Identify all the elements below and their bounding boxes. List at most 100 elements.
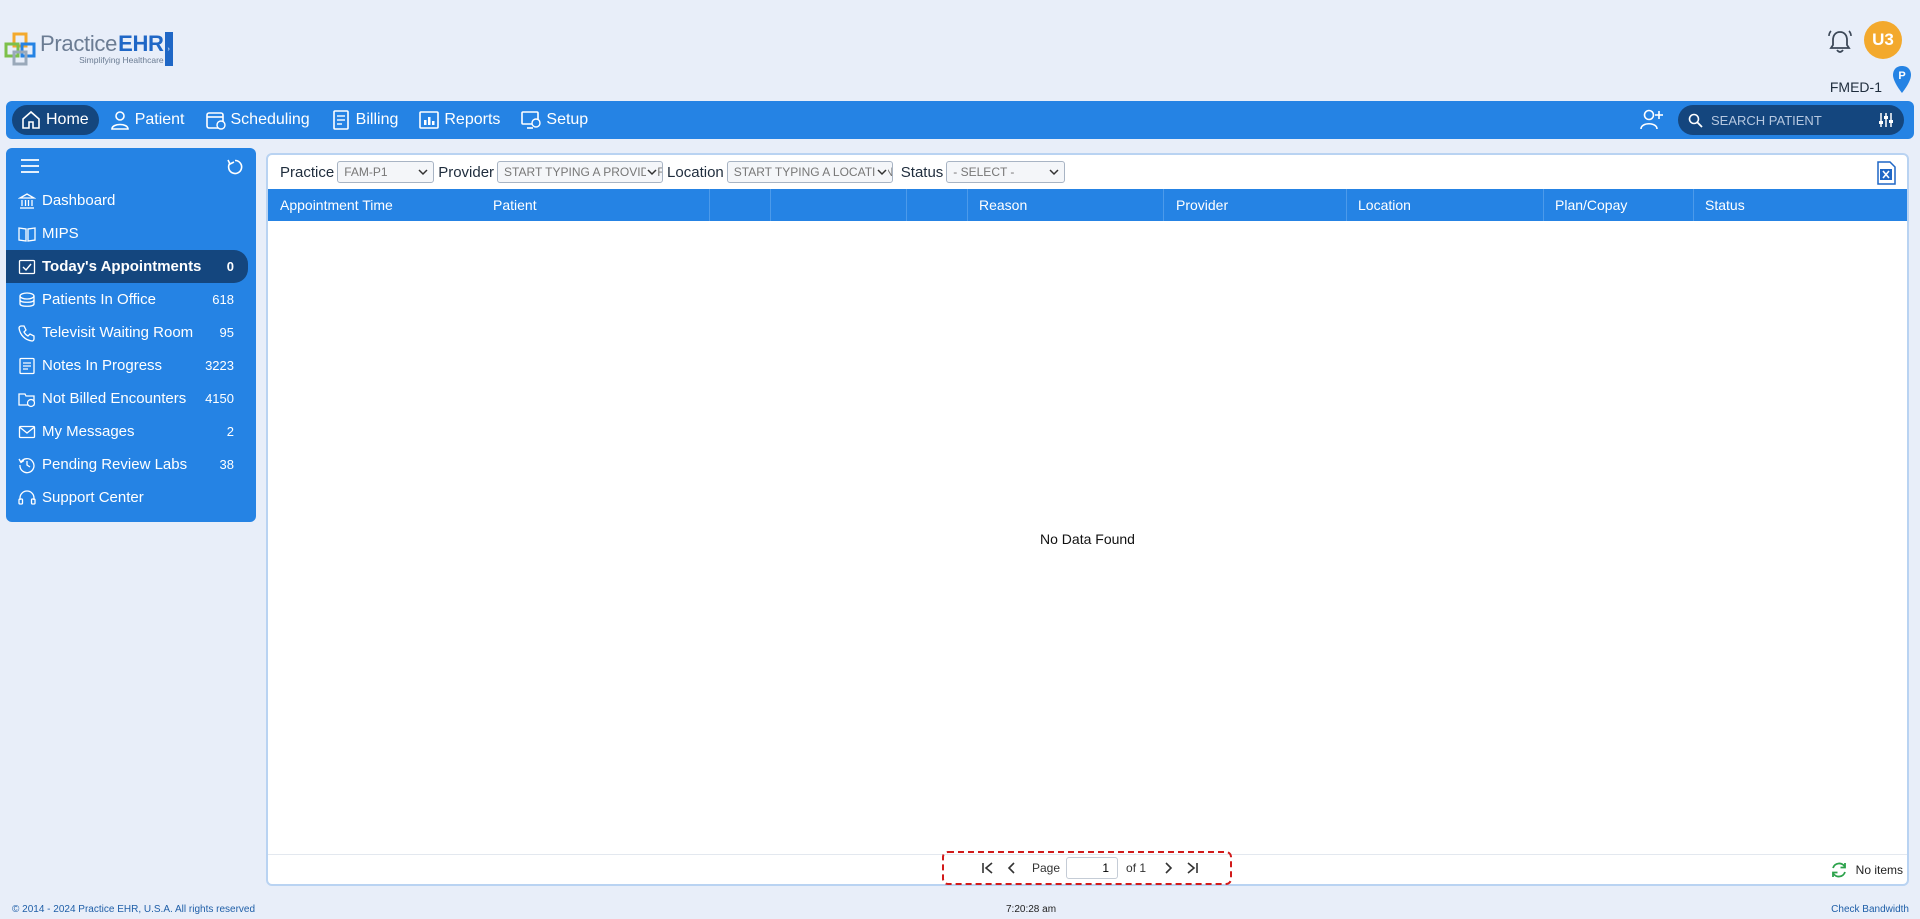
chevron-down-icon	[646, 166, 659, 178]
sidebar-item-not-billed-encounters[interactable]: Not Billed Encounters 4150	[6, 382, 256, 415]
logo-side-bar: ›	[164, 32, 173, 66]
column-reason[interactable]: Reason	[979, 197, 1027, 213]
user-icon	[110, 111, 129, 130]
pin-letter: P	[1898, 70, 1905, 82]
practice-select[interactable]: FAM-P1	[337, 161, 435, 183]
calendar-icon	[205, 112, 226, 130]
column-provider[interactable]: Provider	[1176, 197, 1228, 213]
appointments-panel: Practice FAM-P1 Provider START TYPING A …	[266, 153, 1909, 886]
sidebar-item-label: Support Center	[42, 489, 144, 506]
location-select[interactable]: START TYPING A LOCATION	[726, 161, 893, 183]
main-nav: Home Patient Scheduling Billing Reports …	[6, 101, 1914, 139]
sidebar-item-mips[interactable]: MIPS	[6, 217, 256, 250]
chevron-down-icon	[1048, 166, 1061, 178]
column-plan-copay[interactable]: Plan/Copay	[1555, 197, 1627, 213]
logo-tagline: Simplifying Healthcare	[79, 55, 164, 66]
check-bandwidth-link[interactable]: Check Bandwidth	[1831, 904, 1909, 915]
phone-icon	[18, 324, 35, 342]
nav-reports[interactable]: Reports	[410, 105, 510, 135]
search-patient-input[interactable]	[1711, 112, 1861, 128]
billing-icon	[332, 110, 349, 130]
sidebar-item-count: 95	[219, 325, 234, 340]
location-select-placeholder: START TYPING A LOCATION	[733, 165, 893, 179]
items-count-label: No items	[1855, 863, 1903, 877]
nav-patient-label: Patient	[134, 111, 185, 128]
search-filter-icon[interactable]	[1878, 112, 1894, 128]
history-icon	[18, 457, 35, 473]
server-time: 7:20:28 am	[1006, 904, 1057, 915]
sidebar-item-label: MIPS	[42, 225, 79, 242]
add-user-icon[interactable]	[1638, 107, 1664, 133]
sidebar-item-dashboard[interactable]: Dashboard	[6, 184, 256, 217]
nav-scheduling[interactable]: Scheduling	[197, 105, 320, 135]
sidebar-item-todays-appointments[interactable]: Today's Appointments 0	[6, 250, 248, 283]
sidebar-item-label: Pending Review Labs	[42, 456, 188, 473]
home-icon	[22, 110, 40, 129]
folder-clock-icon	[18, 392, 36, 407]
sidebar-item-label: My Messages	[42, 423, 135, 440]
page-number-input[interactable]	[1066, 857, 1119, 879]
reload-icon[interactable]	[1830, 861, 1848, 879]
nav-reports-label: Reports	[444, 111, 501, 128]
page-count-label: of 1	[1126, 861, 1147, 875]
previous-page-icon[interactable]	[1004, 860, 1020, 876]
nav-billing[interactable]: Billing	[322, 105, 409, 135]
book-icon	[18, 226, 36, 242]
nav-patient[interactable]: Patient	[101, 105, 195, 135]
next-page-icon[interactable]	[1160, 860, 1176, 876]
sidebar-item-patients-in-office[interactable]: Patients In Office 618	[6, 283, 256, 316]
sidebar-item-count: 618	[212, 292, 234, 307]
sidebar-item-pending-review-labs[interactable]: Pending Review Labs 38	[6, 448, 256, 481]
facility-label[interactable]: FMED-1	[1830, 79, 1882, 95]
headset-icon	[18, 489, 36, 505]
setup-icon	[521, 111, 542, 129]
nav-billing-label: Billing	[355, 111, 399, 128]
chevron-down-icon	[417, 166, 430, 178]
sidebar-item-support-center[interactable]: Support Center	[6, 481, 256, 514]
excel-export-icon[interactable]	[1875, 161, 1897, 185]
notes-icon	[19, 357, 35, 374]
sidebar-item-notes-in-progress[interactable]: Notes In Progress 3223	[6, 349, 256, 382]
nav-home[interactable]: Home	[12, 105, 99, 135]
provider-select[interactable]: START TYPING A PROVIDER	[497, 161, 664, 183]
logo-word-practice: Practice	[40, 31, 118, 57]
column-status[interactable]: Status	[1705, 197, 1745, 213]
last-page-icon[interactable]	[1184, 860, 1200, 876]
empty-state-message: No Data Found	[1040, 531, 1135, 547]
logo-cross-icon	[4, 32, 36, 66]
column-location[interactable]: Location	[1358, 197, 1411, 213]
first-page-icon[interactable]	[980, 860, 996, 876]
provider-select-placeholder: START TYPING A PROVIDER	[504, 165, 664, 179]
user-avatar[interactable]: U3	[1864, 21, 1902, 59]
column-patient[interactable]: Patient	[493, 197, 537, 213]
column-appointment-time[interactable]: Appointment Time	[280, 197, 393, 213]
status-label: Status	[900, 163, 944, 181]
logo-word-ehr: EHR	[118, 31, 164, 57]
nav-setup[interactable]: Setup	[512, 105, 598, 135]
sidebar-item-my-messages[interactable]: My Messages 2	[6, 415, 256, 448]
page-label: Page	[1032, 861, 1061, 875]
sidebar-item-count: 3223	[205, 358, 234, 373]
sidebar-item-label: Today's Appointments	[42, 258, 202, 275]
sidebar: Dashboard MIPS Today's Appointments 0 Pa…	[6, 148, 256, 522]
status-select-value: - SELECT -	[953, 165, 1015, 179]
practice-ehr-logo[interactable]: Practice EHR Simplifying Healthcare ›	[4, 30, 173, 68]
filter-bar: Practice FAM-P1 Provider START TYPING A …	[268, 155, 1907, 189]
nav-setup-label: Setup	[546, 111, 589, 128]
practice-label: Practice	[280, 163, 335, 181]
envelope-icon	[18, 425, 36, 438]
table-header: Appointment Time Patient Reason Provider…	[268, 189, 1907, 221]
provider-label: Provider	[438, 163, 495, 181]
refresh-icon[interactable]	[226, 158, 244, 176]
sidebar-item-count: 4150	[205, 391, 234, 406]
notification-bell-icon[interactable]	[1826, 28, 1854, 56]
sidebar-item-label: Not Billed Encounters	[42, 390, 187, 407]
nav-scheduling-label: Scheduling	[230, 111, 310, 128]
status-select[interactable]: - SELECT -	[946, 161, 1066, 183]
sidebar-item-label: Patients In Office	[42, 291, 156, 308]
sidebar-item-televisit-waiting-room[interactable]: Televisit Waiting Room 95	[6, 316, 256, 349]
bank-icon	[18, 192, 36, 209]
hamburger-menu-icon[interactable]	[20, 158, 40, 174]
location-pin-icon[interactable]: P	[1891, 65, 1913, 95]
office-icon	[19, 291, 35, 307]
